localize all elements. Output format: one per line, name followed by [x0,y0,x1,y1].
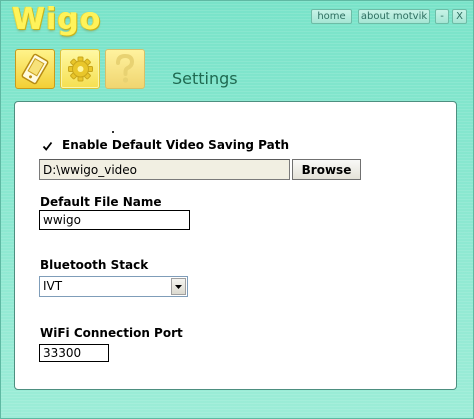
app-logo: Wigo [12,2,102,37]
video-path-input[interactable] [39,159,290,180]
minimize-button[interactable]: - [435,9,449,24]
bluetooth-stack-select[interactable]: IVT [39,276,188,297]
divider-mark [112,131,114,133]
browse-button[interactable]: Browse [292,159,361,180]
settings-gear-icon[interactable] [60,49,100,89]
home-button[interactable]: home [311,9,352,24]
wifi-port-input[interactable] [39,344,109,362]
bluetooth-stack-value: IVT [43,279,63,293]
video-path-checkbox-label[interactable]: Enable Default Video Saving Path [62,138,289,152]
help-question-icon[interactable] [105,49,145,89]
about-button[interactable]: about motvik [358,9,430,24]
bluetooth-stack-label: Bluetooth Stack [40,258,149,272]
close-button[interactable]: X [452,9,467,24]
wifi-port-label: WiFi Connection Port [40,326,183,340]
file-name-label: Default File Name [40,195,162,209]
device-icon[interactable] [15,49,55,89]
dropdown-arrow-icon[interactable] [171,278,186,295]
file-name-input[interactable] [39,210,190,230]
page-title: Settings [172,69,238,88]
video-path-checkbox[interactable] [42,141,53,152]
